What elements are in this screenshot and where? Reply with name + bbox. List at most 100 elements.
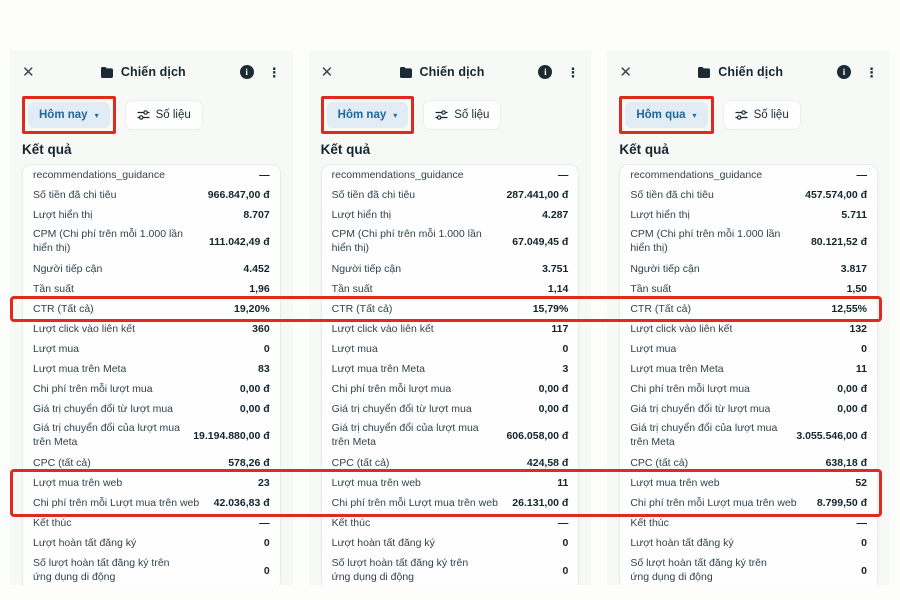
metric-value: 3.055.546,00 đ [796, 430, 867, 443]
metric-label: Lượt hoàn tất đăng ký [630, 537, 733, 549]
metric-value: 0 [861, 565, 867, 578]
metric-label: Tần suất [332, 283, 373, 295]
metric-label: Lượt hoàn tất đăng ký [33, 537, 136, 549]
metric-value: 83 [258, 363, 270, 375]
date-range-dropdown[interactable]: Hôm nay ▾ [327, 102, 409, 128]
metric-row: CPM (Chi phí trên mỗi 1.000 lần hiển thị… [23, 225, 280, 259]
close-icon[interactable]: ✕ [321, 65, 345, 80]
metric-row: Kết thúc— [322, 513, 579, 533]
metrics-button[interactable]: Số liệu [724, 101, 800, 129]
metric-value: 4.452 [243, 263, 269, 275]
metric-value: 0,00 đ [240, 403, 270, 415]
panel-1-header: ✕ Chiến dịch i ⋮ [22, 54, 281, 90]
metric-label: Lượt mua trên Meta [630, 363, 723, 375]
metric-label: Lượt mua trên web [33, 477, 122, 489]
metric-label: CPM (Chi phí trên mỗi 1.000 lần hiển thị… [332, 228, 483, 255]
metrics-button[interactable]: Số liệu [424, 101, 500, 129]
metric-row: Chi phí trên mỗi Lượt mua trên web 8.799,… [620, 493, 877, 513]
metrics-button[interactable]: Số liệu [126, 101, 202, 129]
metrics-table: recommendations_guidance—Số tiền đã chi … [22, 164, 281, 585]
metric-row: Lượt hoàn tất đăng ký 0 [23, 533, 280, 553]
metric-label: Lượt mua trên web [332, 477, 421, 489]
folder-icon [697, 66, 711, 78]
metric-row: Chi phí trên mỗi lượt mua0,00 đ [620, 379, 877, 399]
metric-value: 578,26 đ [228, 457, 269, 469]
metric-label: Giá trị chuyển đổi từ lượt mua [33, 403, 173, 415]
sliders-icon [435, 109, 448, 121]
metric-value: — [558, 169, 569, 181]
metric-row: Số tiền đã chi tiêu457.574,00 đ [620, 185, 877, 205]
metric-value: 117 [551, 323, 568, 335]
menu-kebab-icon[interactable]: ⋮ [865, 66, 878, 79]
date-range-dropdown[interactable]: Hôm nay ▾ [28, 102, 110, 128]
annotation-box-date: Hôm qua ▾ [619, 96, 713, 134]
metric-label: CPC (tất cả) [630, 457, 688, 469]
menu-kebab-icon[interactable]: ⋮ [566, 66, 579, 79]
metric-value: 360 [252, 323, 270, 335]
metric-row: Lượt mua trên web52 [620, 473, 877, 493]
metric-value: 0 [264, 537, 270, 549]
metric-label: Giá trị chuyển đổi của lượt mua trên Met… [332, 422, 483, 449]
metric-row: Lượt mua0 [620, 339, 877, 359]
menu-kebab-icon[interactable]: ⋮ [268, 66, 281, 79]
metric-label: Lượt mua trên Meta [33, 363, 126, 375]
metric-row: Lượt click vào liên kết132 [620, 319, 877, 339]
metric-value: 0,00 đ [837, 383, 867, 395]
panel-1: ✕ Chiến dịch i ⋮ Hôm nay ▾ [10, 50, 293, 585]
metric-row: CPM (Chi phí trên mỗi 1.000 lần hiển thị… [322, 225, 579, 259]
chevron-down-icon: ▾ [693, 111, 697, 120]
close-icon[interactable]: ✕ [22, 65, 46, 80]
metric-label: CTR (Tất cả) [630, 303, 691, 315]
results-heading: Kết quả [321, 142, 580, 158]
info-icon[interactable]: i [538, 65, 552, 79]
close-icon[interactable]: ✕ [619, 65, 643, 80]
metric-label: Người tiếp cận [630, 263, 699, 275]
metric-row: Lượt hiển thị8.707 [23, 205, 280, 225]
metric-label: Người tiếp cận [332, 263, 401, 275]
metric-value: 3 [563, 363, 569, 375]
metric-label: CPM (Chi phí trên mỗi 1.000 lần hiển thị… [630, 228, 781, 255]
metric-label: CTR (Tất cả) [33, 303, 94, 315]
metric-label: Lượt mua trên web [630, 477, 719, 489]
metric-row: CPM (Chi phí trên mỗi 1.000 lần hiển thị… [620, 225, 877, 259]
metric-label: Lượt mua [332, 343, 378, 355]
metric-row: Lượt mua trên web11 [322, 473, 579, 493]
sliders-icon [735, 109, 748, 121]
page-title: Chiến dịch [420, 65, 485, 79]
metric-label: Lượt mua trên Meta [332, 363, 425, 375]
metric-label: recommendations_guidance [33, 169, 165, 181]
metric-row: Số lượt hoàn tất đăng ký trên ứng dụng d… [23, 553, 280, 585]
metric-row: Giá trị chuyển đổi của lượt mua trên Met… [23, 419, 280, 453]
metric-value: 0,00 đ [539, 403, 569, 415]
metric-value: 3.817 [841, 263, 867, 275]
date-range-dropdown[interactable]: Hôm qua ▾ [625, 102, 707, 128]
metric-label: Số tiền đã chi tiêu [33, 189, 116, 201]
metric-row: Số lượt hoàn tất đăng ký trên ứng dụng d… [322, 553, 579, 585]
metric-value: — [558, 517, 569, 529]
metric-label: Lượt click vào liên kết [332, 323, 434, 335]
metric-row: CPC (tất cả)424,58 đ [322, 453, 579, 473]
folder-icon [399, 66, 413, 78]
panel-2-toolbar: Hôm nay ▾ Số liệu [321, 96, 580, 134]
metric-row: Lượt hiển thị5.711 [620, 205, 877, 225]
metric-label: Chi phí trên mỗi Lượt mua trên web [332, 497, 498, 509]
metric-label: Giá trị chuyển đổi của lượt mua trên Met… [630, 422, 781, 449]
metric-row: Số tiền đã chi tiêu 966.847,00 đ [23, 185, 280, 205]
metric-label: Chi phí trên mỗi Lượt mua trên web [630, 497, 796, 509]
metric-row: CPC (tất cả)638,18 đ [620, 453, 877, 473]
metric-row: Lượt hoàn tất đăng ký0 [322, 533, 579, 553]
page-title: Chiến dịch [121, 65, 186, 79]
metric-row: Tần suất1,50 [620, 279, 877, 299]
metric-value: 11 [856, 363, 867, 375]
metric-row: Lượt mua trên Meta 3 [322, 359, 579, 379]
metric-label: Giá trị chuyển đổi từ lượt mua [332, 403, 472, 415]
metric-value: 8.799,50 đ [817, 497, 867, 509]
metric-value: 966.847,00 đ [208, 189, 270, 201]
metric-row: Kết thúc— [23, 513, 280, 533]
info-icon[interactable]: i [240, 65, 254, 79]
info-icon[interactable]: i [837, 65, 851, 79]
metric-label: Lượt mua [630, 343, 676, 355]
metric-value: 19,20% [234, 303, 270, 315]
metrics-label: Số liệu [156, 109, 191, 121]
metric-value: — [857, 169, 868, 181]
